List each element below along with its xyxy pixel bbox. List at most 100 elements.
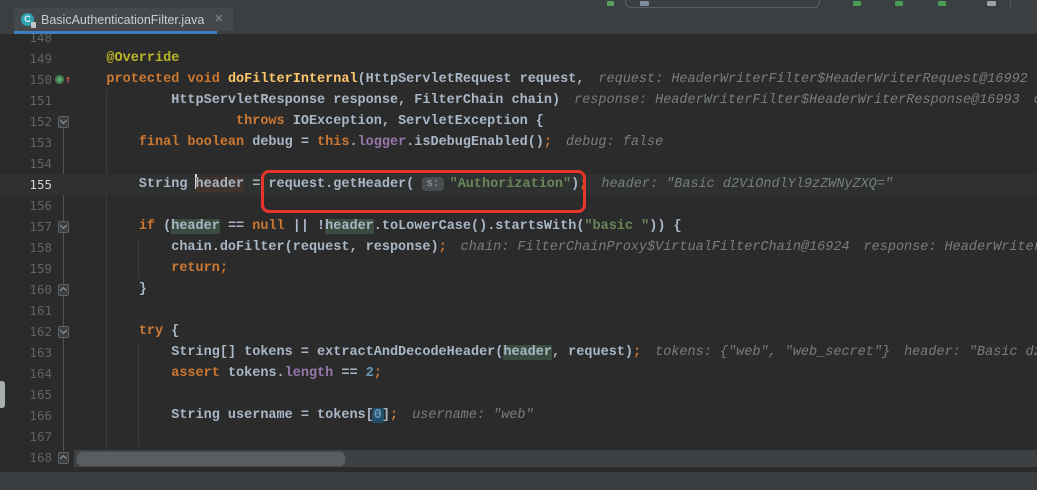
editor-tab-bar: C BasicAuthenticationFilter.java ✕ bbox=[0, 8, 1037, 34]
line-number[interactable]: 166 bbox=[0, 405, 52, 426]
gutter[interactable]: 161 bbox=[0, 300, 74, 321]
debug-inline-value: debug: false bbox=[566, 135, 663, 150]
line-number[interactable]: 161 bbox=[0, 300, 52, 321]
fold-marker[interactable] bbox=[58, 116, 69, 128]
gutter[interactable]: 162 bbox=[0, 321, 74, 342]
highlight-box bbox=[261, 170, 586, 213]
gutter[interactable]: 158 bbox=[0, 237, 74, 258]
line-number[interactable]: 165 bbox=[0, 384, 52, 405]
fold-marker[interactable] bbox=[58, 221, 69, 233]
readonly-lock-icon bbox=[31, 22, 36, 28]
debug-inline-value: request: HeaderWriterFilter$HeaderWriter… bbox=[598, 72, 1027, 87]
gutter[interactable]: 168 bbox=[0, 447, 74, 468]
code-text: final boolean debug = this.logger.isDebu… bbox=[74, 132, 663, 153]
code-text: HttpServletResponse response, FilterChai… bbox=[74, 90, 1037, 111]
line-number[interactable]: 164 bbox=[0, 363, 52, 384]
code-text: } bbox=[74, 279, 147, 300]
line-number[interactable]: 156 bbox=[0, 195, 52, 216]
code-text: return; bbox=[74, 258, 228, 279]
gutter[interactable]: 165 bbox=[0, 384, 74, 405]
run-icon[interactable] bbox=[938, 1, 946, 6]
code-text: protected void doFilterInternal(HttpServ… bbox=[74, 69, 1028, 90]
gutter[interactable]: 153 bbox=[0, 132, 74, 153]
gutter[interactable]: 166 bbox=[0, 405, 74, 426]
line-number[interactable]: 162 bbox=[0, 321, 52, 342]
gutter[interactable]: 150↑ bbox=[0, 69, 74, 90]
tab-basicauthenticationfilter[interactable]: C BasicAuthenticationFilter.java ✕ bbox=[14, 8, 233, 31]
line-number[interactable]: 168 bbox=[0, 447, 52, 468]
horizontal-scrollbar-thumb[interactable] bbox=[76, 451, 346, 467]
line-number[interactable]: 159 bbox=[0, 258, 52, 279]
line-number[interactable]: 163 bbox=[0, 342, 52, 363]
code-line: 160 } bbox=[0, 279, 1037, 300]
code-text: assert tokens.length == 2; bbox=[74, 363, 382, 384]
code-text: try { bbox=[74, 321, 179, 342]
code-text: throws IOException, ServletException { bbox=[74, 111, 544, 132]
code-text: chain.doFilter(request, response);chain:… bbox=[74, 237, 1037, 258]
code-line: 148 bbox=[0, 34, 1037, 48]
tab-label: BasicAuthenticationFilter.java bbox=[41, 13, 204, 27]
toolbar-icon[interactable] bbox=[987, 1, 996, 6]
gutter[interactable]: 157 bbox=[0, 216, 74, 237]
line-number[interactable]: 150 bbox=[0, 69, 52, 90]
main-toolbar bbox=[0, 0, 1037, 8]
debug-inline-value: tokens: {"web", "web_secret"} bbox=[655, 345, 890, 360]
build-icon[interactable] bbox=[607, 1, 614, 6]
gutter[interactable]: 155 bbox=[0, 174, 74, 195]
toolbar-separator bbox=[1010, 0, 1011, 8]
code-line: 157 if (header == null || !header.toLowe… bbox=[0, 216, 1037, 237]
code-line: 166 String username = tokens[0];username… bbox=[0, 405, 1037, 426]
run-icon[interactable] bbox=[853, 1, 861, 6]
code-editor[interactable]: 148149 @Override150↑ protected void doFi… bbox=[0, 34, 1037, 471]
code-text: String username = tokens[0];username: "w… bbox=[74, 405, 534, 426]
gutter[interactable]: 159 bbox=[0, 258, 74, 279]
close-icon[interactable]: ✕ bbox=[214, 14, 223, 25]
status-bar bbox=[0, 471, 1037, 490]
fold-marker[interactable] bbox=[58, 452, 69, 464]
debug-inline-value: response: HeaderWriterFilter$HeaderWrite… bbox=[864, 240, 1037, 255]
debug-inline-value: username: "web" bbox=[412, 408, 534, 423]
edge-marker bbox=[0, 381, 5, 408]
code-text: @Override bbox=[74, 48, 179, 69]
line-number[interactable]: 160 bbox=[0, 279, 52, 300]
gutter[interactable]: 156 bbox=[0, 195, 74, 216]
run-icon[interactable] bbox=[895, 1, 903, 6]
gutter[interactable]: 151 bbox=[0, 90, 74, 111]
gutter[interactable]: 152 bbox=[0, 111, 74, 132]
line-number[interactable]: 153 bbox=[0, 132, 52, 153]
line-number[interactable]: 148 bbox=[0, 34, 52, 48]
debug-inline-value: header: "Basic d2ViOndlYl9zZWNyZXQ=" bbox=[601, 177, 893, 192]
fold-marker[interactable] bbox=[58, 284, 69, 296]
gutter[interactable]: 167 bbox=[0, 426, 74, 447]
code-text: String[] tokens = extractAndDecodeHeader… bbox=[74, 342, 1037, 363]
code-line: 151 HttpServletResponse response, Filter… bbox=[0, 90, 1037, 111]
line-number[interactable]: 167 bbox=[0, 426, 52, 447]
line-number[interactable]: 155 bbox=[0, 174, 52, 195]
code-line: 161 bbox=[0, 300, 1037, 321]
gutter[interactable]: 149 bbox=[0, 48, 74, 69]
line-number[interactable]: 152 bbox=[0, 111, 52, 132]
line-number[interactable]: 157 bbox=[0, 216, 52, 237]
gutter[interactable]: 164 bbox=[0, 363, 74, 384]
line-number[interactable]: 158 bbox=[0, 237, 52, 258]
gutter[interactable]: 148 bbox=[0, 34, 74, 48]
gutter[interactable]: 154 bbox=[0, 153, 74, 174]
code-text: if (header == null || !header.toLowerCas… bbox=[74, 216, 682, 237]
line-number[interactable]: 149 bbox=[0, 48, 52, 69]
java-class-icon: C bbox=[21, 13, 35, 27]
gutter[interactable]: 160 bbox=[0, 279, 74, 300]
debug-inline-value: chain: FilterChainProxy$VirtualFilterCha… bbox=[461, 240, 850, 255]
overriding-method-icon[interactable]: ↑ bbox=[55, 75, 72, 84]
code-line: 163 String[] tokens = extractAndDecodeHe… bbox=[0, 342, 1037, 363]
run-configuration-combo[interactable] bbox=[625, 0, 820, 8]
debug-inline-value: header: "Basic d2ViOndlYl9zZWNyZXQ=" bbox=[904, 345, 1037, 360]
line-number[interactable]: 154 bbox=[0, 153, 52, 174]
gutter[interactable]: 163 bbox=[0, 342, 74, 363]
debug-icon[interactable] bbox=[640, 1, 649, 6]
code-line: 164 assert tokens.length == 2; bbox=[0, 363, 1037, 384]
line-number[interactable]: 151 bbox=[0, 90, 52, 111]
code-line: 158 chain.doFilter(request, response);ch… bbox=[0, 237, 1037, 258]
fold-marker[interactable] bbox=[58, 326, 69, 338]
code-line: 165 bbox=[0, 384, 1037, 405]
code-line: 159 return; bbox=[0, 258, 1037, 279]
